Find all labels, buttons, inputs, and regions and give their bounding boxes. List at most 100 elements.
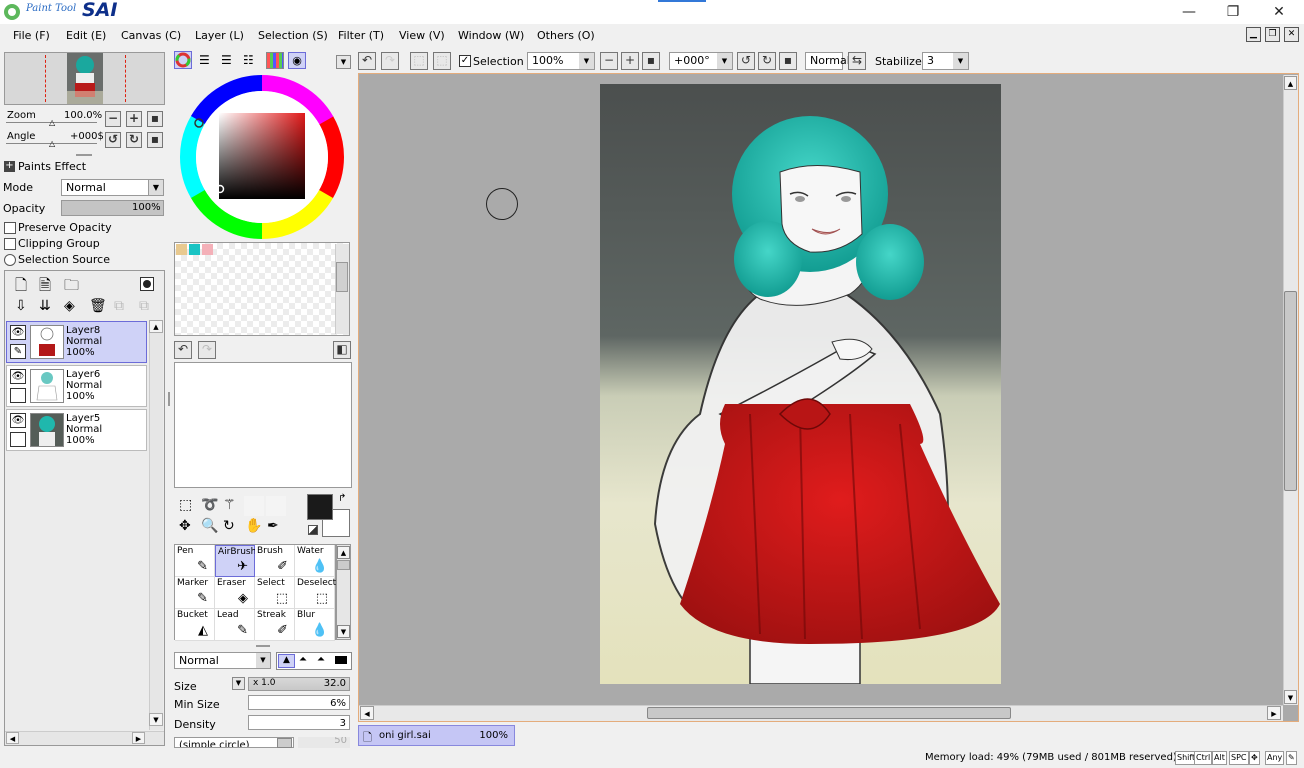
- size-mult-chevron-icon[interactable]: ▼: [232, 677, 245, 690]
- layer-scrollbar[interactable]: [149, 320, 163, 730]
- preserve-opacity-checkbox[interactable]: [4, 222, 16, 234]
- tool-brush[interactable]: Brush ✐: [255, 545, 295, 577]
- hand-icon[interactable]: ✋: [245, 518, 262, 534]
- zoom-in-icon[interactable]: +: [621, 52, 639, 70]
- tool-scroll-thumb[interactable]: [337, 560, 350, 570]
- chevron-down-icon[interactable]: ▼: [579, 53, 594, 69]
- brush-shape-picker[interactable]: ▲ ⏶ ⏶: [276, 652, 352, 670]
- tool-bucket[interactable]: Bucket ◭: [175, 609, 215, 641]
- chevron-down-icon[interactable]: [277, 738, 292, 748]
- layer-item-layer5[interactable]: 👁 Layer5 Normal 100%: [6, 409, 147, 451]
- selection-checkbox[interactable]: ✓: [459, 55, 471, 67]
- primary-color-front[interactable]: [307, 494, 333, 520]
- tool-select[interactable]: Select ⬚: [255, 577, 295, 609]
- scroll-down-icon[interactable]: ▼: [337, 625, 350, 638]
- rect-select-icon[interactable]: ⬚: [179, 497, 192, 513]
- canvas-h-scroll-thumb[interactable]: [647, 707, 1011, 719]
- rotate-left-icon[interactable]: ↺: [737, 52, 755, 70]
- layer-mask-icon[interactable]: [140, 277, 154, 291]
- chevron-down-icon[interactable]: ▼: [256, 653, 270, 668]
- scratchpad[interactable]: [174, 362, 352, 488]
- menu-filter[interactable]: Filter (T): [338, 29, 384, 42]
- zoom-out-icon[interactable]: −: [600, 52, 618, 70]
- scroll-up-icon[interactable]: ▲: [149, 320, 163, 333]
- mdi-restore-icon[interactable]: ❐: [1265, 27, 1280, 42]
- undo-icon[interactable]: ↶: [358, 52, 376, 70]
- brush-shape-select[interactable]: (simple circle): [174, 737, 294, 748]
- swatch-1[interactable]: [189, 244, 200, 255]
- clipping-group-checkbox[interactable]: [4, 238, 16, 250]
- mdi-close-icon[interactable]: ✕: [1284, 27, 1299, 42]
- magic-wand-icon[interactable]: ⚚: [223, 497, 236, 513]
- undo-icon[interactable]: ↶: [174, 341, 192, 359]
- rotate-right-icon[interactable]: ↻: [126, 132, 142, 148]
- angle-slider-thumb-icon[interactable]: △: [49, 139, 55, 148]
- zoom-in-icon[interactable]: +: [126, 111, 142, 127]
- scroll-left-icon[interactable]: ◀: [360, 706, 374, 720]
- tool-marker[interactable]: Marker ✎: [175, 577, 215, 609]
- min-size-slider[interactable]: 6%: [248, 695, 350, 710]
- tool-airbrush[interactable]: AirBrush ✈: [215, 545, 256, 577]
- eye-icon[interactable]: 👁: [10, 325, 26, 340]
- layer-item-layer8[interactable]: 👁 ✎ Layer8 Normal 100%: [6, 321, 147, 363]
- close-button[interactable]: ✕: [1256, 0, 1302, 24]
- view-mode-select[interactable]: Normal: [805, 52, 850, 70]
- hsv-slider-tab-icon[interactable]: ☰: [221, 53, 232, 67]
- scroll-up-icon[interactable]: ▲: [337, 546, 350, 559]
- swatch-scroll-thumb[interactable]: [336, 262, 348, 292]
- swatch-tab-icon[interactable]: [266, 52, 284, 69]
- zoom-reset-icon[interactable]: ▪: [147, 111, 163, 127]
- move-icon[interactable]: ✥: [179, 518, 191, 534]
- brush-shape-slider[interactable]: 50: [298, 737, 350, 748]
- panel-grip[interactable]: [256, 645, 270, 647]
- rotate-icon[interactable]: ↻: [223, 518, 235, 534]
- eye-icon[interactable]: 👁: [10, 413, 26, 428]
- swatch-0[interactable]: [176, 244, 187, 255]
- color-wheel-tab-icon[interactable]: [174, 51, 192, 69]
- zoom-out-icon[interactable]: −: [105, 111, 121, 127]
- swatch-2[interactable]: [202, 244, 213, 255]
- transfer-down-icon[interactable]: ⇩: [15, 298, 27, 314]
- layer-item-layer6[interactable]: 👁 Layer6 Normal 100%: [6, 365, 147, 407]
- menu-view[interactable]: View (V): [399, 29, 445, 42]
- mdi-minimize-icon[interactable]: ▁: [1246, 27, 1261, 42]
- chevron-down-icon[interactable]: ▼: [953, 53, 968, 69]
- default-colors-icon[interactable]: [308, 525, 318, 535]
- lock-checkbox[interactable]: [10, 432, 26, 447]
- merge-down-icon[interactable]: ⇊: [39, 298, 51, 314]
- clear-layer-icon[interactable]: ◈: [64, 298, 75, 314]
- scroll-up-icon[interactable]: ▲: [1284, 76, 1297, 90]
- chevron-down-icon[interactable]: ▼: [717, 53, 732, 69]
- tool-deselect[interactable]: Deselect ⬚: [295, 577, 336, 609]
- tool-blur[interactable]: Blur 💧: [295, 609, 335, 641]
- panel-grip[interactable]: [76, 154, 92, 156]
- flip-icon[interactable]: ⇆: [848, 52, 866, 70]
- pen-icon[interactable]: ✎: [10, 344, 26, 359]
- lock-checkbox[interactable]: [10, 388, 26, 403]
- tool-eraser[interactable]: Eraser ◈: [215, 577, 255, 609]
- swap-colors-icon[interactable]: ↱: [338, 493, 346, 504]
- new-folder-icon[interactable]: 🗀: [64, 275, 79, 300]
- expand-icon[interactable]: +: [4, 161, 15, 172]
- restore-button[interactable]: ❐: [1210, 0, 1256, 24]
- rotate-left-icon[interactable]: ↺: [105, 132, 121, 148]
- document-canvas[interactable]: [600, 84, 1001, 685]
- rotate-right-icon[interactable]: ↻: [758, 52, 776, 70]
- new-linework-layer-icon[interactable]: 🗎: [39, 275, 51, 300]
- scroll-down-icon[interactable]: ▼: [1284, 690, 1297, 704]
- zoom-slider-thumb-icon[interactable]: △: [49, 118, 55, 127]
- scratchpad-tab-icon[interactable]: ◉: [288, 52, 306, 69]
- new-layer-icon[interactable]: 🗋: [15, 275, 27, 300]
- rotate-reset-icon[interactable]: ▪: [147, 132, 163, 148]
- tool-water[interactable]: Water 💧: [295, 545, 335, 577]
- navigator-preview[interactable]: [4, 52, 165, 105]
- document-tab[interactable]: 🗋 oni girl.sai 100%: [358, 725, 515, 746]
- menu-layer[interactable]: Layer (L): [195, 29, 244, 42]
- menu-canvas[interactable]: Canvas (C): [121, 29, 181, 42]
- color-wheel[interactable]: [180, 75, 345, 240]
- size-slider[interactable]: x 1.0 32.0: [248, 677, 350, 691]
- lasso-icon[interactable]: ➰: [201, 497, 218, 513]
- scroll-right-icon[interactable]: ▶: [132, 732, 145, 744]
- tool-pen[interactable]: Pen ✎: [175, 545, 215, 577]
- density-slider[interactable]: 3: [248, 715, 350, 730]
